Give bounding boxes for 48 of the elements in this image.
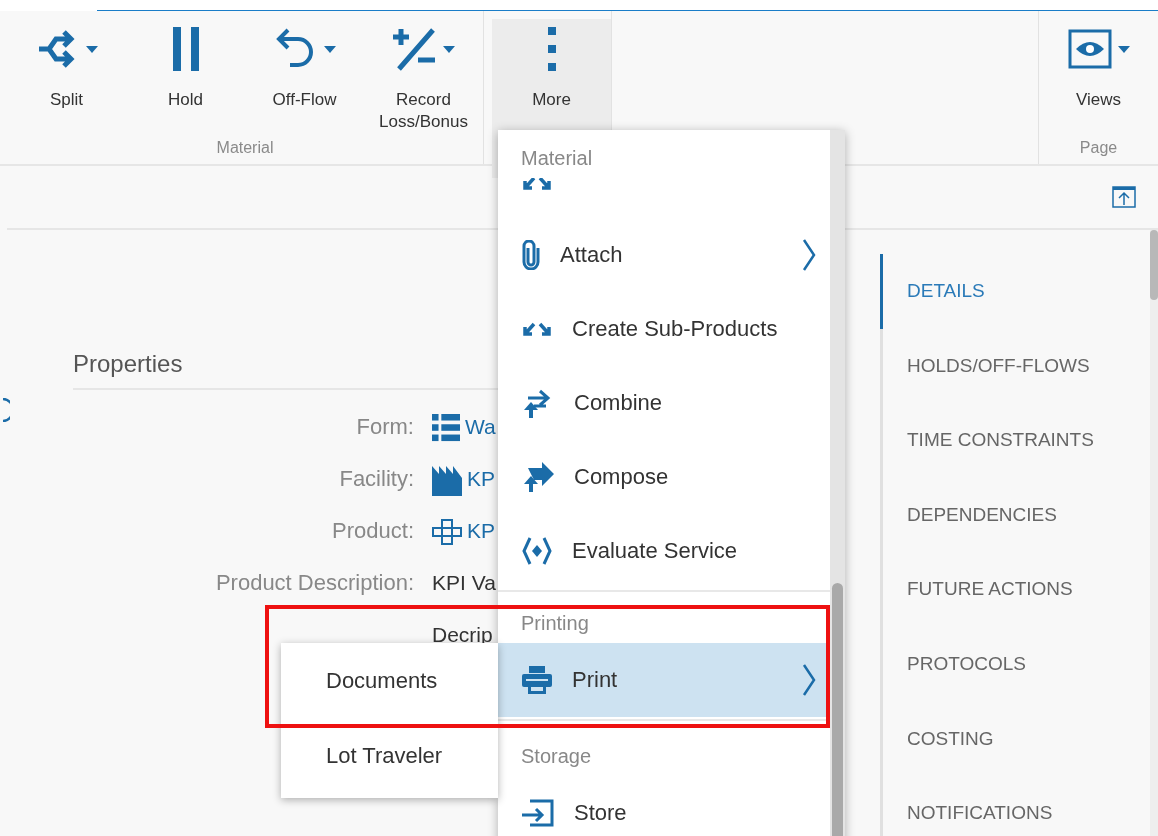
ribbon-button[interactable]: Split: [7, 19, 126, 138]
group-label: Material: [216, 138, 274, 158]
field-label: Form:: [355, 413, 414, 441]
menu-item[interactable]: Attach: [498, 218, 830, 292]
ribbon-button[interactable]: Off-Flow: [245, 19, 364, 138]
ribbon-button[interactable]: Hold: [126, 19, 245, 138]
ribbon-button[interactable]: Record Loss/Bonus: [364, 19, 483, 138]
field-link[interactable]: Wa: [465, 412, 496, 464]
nav-tab[interactable]: DEPENDENCIES: [880, 477, 1150, 553]
pause-icon: [170, 27, 201, 71]
factory-icon: [432, 466, 462, 496]
vertical-dots-icon: [547, 27, 556, 71]
plus-minus-icon: [392, 27, 437, 71]
nav-tab[interactable]: HOLDS/OFF-FLOWS: [880, 328, 1150, 404]
eye-icon: [1067, 29, 1112, 69]
submenu-item[interactable]: Documents: [281, 643, 498, 718]
collapse-panel-icon[interactable]: [1112, 186, 1136, 208]
nav-tab[interactable]: FUTURE ACTIONS: [880, 552, 1150, 627]
diverging-arrows-icon: [522, 320, 552, 338]
field-label: Product Description:: [214, 569, 414, 597]
field-link[interactable]: KP: [467, 464, 495, 516]
menu-item[interactable]: Evaluate Service: [498, 514, 830, 588]
ribbon-button[interactable]: Views: [1039, 19, 1158, 138]
enter-arrow-icon: [522, 799, 554, 827]
menu-item[interactable]: Compose: [498, 440, 830, 514]
scrollbar[interactable]: [830, 130, 845, 836]
diverging-arrows-icon: [522, 178, 552, 192]
printer-icon: [522, 665, 552, 695]
menu-section-title: Material: [520, 146, 594, 171]
field-label: Facility:: [338, 465, 414, 493]
menu-item[interactable]: Store: [498, 776, 830, 836]
blocks-icon: [432, 519, 462, 545]
field-link[interactable]: KP: [467, 516, 495, 568]
scrollbar[interactable]: [1150, 230, 1158, 836]
compose-arrows-icon: [522, 462, 554, 492]
field-value: KPI Va: [432, 570, 496, 596]
group-label: Page: [1079, 138, 1118, 158]
field-label: Product:: [331, 517, 414, 545]
nav-tab[interactable]: TIME CONSTRAINTS: [880, 403, 1150, 478]
submenu-item[interactable]: Lot Traveler: [281, 718, 498, 793]
menu-section-title: Printing: [520, 611, 590, 636]
list-icon: [432, 414, 460, 442]
menu-section-title: Storage: [520, 744, 593, 769]
nav-tab[interactable]: PROTOCOLS: [880, 626, 1150, 702]
diamond-brackets-icon: [522, 536, 552, 566]
nav-tab[interactable]: NOTIFICATIONS: [880, 776, 1150, 836]
paperclip-icon: [522, 240, 540, 270]
nav-tab[interactable]: COSTING: [880, 701, 1150, 777]
